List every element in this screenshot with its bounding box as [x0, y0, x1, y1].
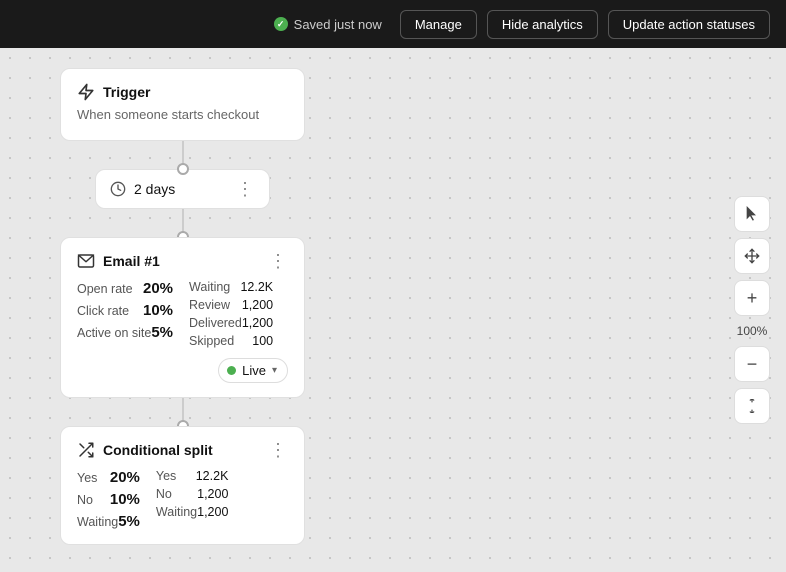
email-right-stats: Waiting 12.2K Review 1,200 Delivered 1,2… — [189, 280, 273, 348]
live-label: Live — [242, 363, 266, 378]
minus-icon: − — [747, 355, 758, 373]
delay-left: 2 days — [110, 181, 175, 197]
skipped-label: Skipped — [189, 334, 234, 348]
split-waiting-value: 5% — [118, 513, 140, 530]
split-yes-count-label: Yes — [156, 469, 176, 483]
split-yes-count-value: 12.2K — [196, 469, 229, 483]
email-header: Email #1 ⋮ — [77, 252, 288, 270]
split-right-stats: Yes 12.2K No 1,200 Waiting 1,200 — [156, 469, 229, 530]
live-status-button[interactable]: Live ▾ — [218, 358, 288, 383]
saved-dot-icon — [274, 17, 288, 31]
split-title: Conditional split — [103, 442, 213, 458]
waiting-row: Waiting 12.2K — [189, 280, 273, 294]
trigger-header: Trigger — [77, 83, 288, 101]
split-yes-count-row: Yes 12.2K — [156, 469, 229, 483]
click-rate-label: Click rate — [77, 304, 129, 318]
split-no-count-value: 1,200 — [197, 487, 228, 501]
delay-menu-button[interactable]: ⋮ — [236, 180, 255, 198]
active-row: Active on site 5% — [77, 324, 173, 341]
delivered-label: Delivered — [189, 316, 242, 330]
trigger-icon — [77, 83, 95, 101]
update-action-button[interactable]: Update action statuses — [608, 10, 770, 39]
split-waiting-count-label: Waiting — [156, 505, 197, 519]
split-waiting-row: Waiting 5% — [77, 513, 140, 530]
delay-node[interactable]: 2 days ⋮ — [95, 169, 270, 209]
split-node: Conditional split ⋮ Yes 20% No 10% — [60, 426, 305, 545]
open-rate-row: Open rate 20% — [77, 280, 173, 297]
connector-dot-1 — [177, 163, 189, 175]
delivered-value: 1,200 — [242, 316, 273, 330]
zoom-in-button[interactable]: + — [734, 280, 770, 316]
active-label: Active on site — [77, 326, 151, 340]
chevron-down-icon: ▾ — [272, 365, 277, 376]
split-menu-button[interactable]: ⋮ — [269, 441, 288, 459]
email-menu-button[interactable]: ⋮ — [269, 252, 288, 270]
cursor-tool-button[interactable] — [734, 196, 770, 232]
skipped-value: 100 — [252, 334, 273, 348]
zoom-out-button[interactable]: − — [734, 346, 770, 382]
plus-icon: + — [747, 289, 758, 307]
trigger-subtitle: When someone starts checkout — [77, 107, 288, 122]
split-no-value: 10% — [110, 491, 140, 508]
split-waiting-count-value: 1,200 — [197, 505, 228, 519]
saved-text: Saved just now — [294, 17, 382, 32]
active-value: 5% — [151, 324, 173, 341]
saved-indicator: Saved just now — [274, 17, 382, 32]
clock-icon — [110, 181, 126, 197]
split-title-group: Conditional split — [77, 441, 213, 459]
review-value: 1,200 — [242, 298, 273, 312]
trigger-node: Trigger When someone starts checkout — [60, 68, 305, 141]
email-icon — [77, 252, 95, 270]
split-waiting-count-row: Waiting 1,200 — [156, 505, 229, 519]
live-badge-wrap: Live ▾ — [77, 358, 288, 383]
workflow-canvas: Trigger When someone starts checkout 2 d… — [0, 48, 786, 572]
connector-2 — [182, 209, 184, 237]
email-title: Email #1 — [103, 253, 160, 269]
connector-1 — [182, 141, 184, 169]
move-tool-button[interactable] — [734, 238, 770, 274]
split-yes-value: 20% — [110, 469, 140, 486]
trigger-title-group: Trigger — [77, 83, 150, 101]
zoom-level: 100% — [737, 322, 768, 340]
email-left-stats: Open rate 20% Click rate 10% Active on s… — [77, 280, 173, 348]
workflow-container: Trigger When someone starts checkout 2 d… — [60, 68, 305, 545]
split-header: Conditional split ⋮ — [77, 441, 288, 459]
manage-button[interactable]: Manage — [400, 10, 477, 39]
right-toolbar: + 100% − — [734, 196, 770, 424]
delay-label: 2 days — [134, 181, 175, 197]
fit-view-button[interactable] — [734, 388, 770, 424]
split-no-count-label: No — [156, 487, 172, 501]
review-label: Review — [189, 298, 230, 312]
split-no-row: No 10% — [77, 491, 140, 508]
click-rate-value: 10% — [143, 302, 173, 319]
live-dot-icon — [227, 366, 236, 375]
waiting-label: Waiting — [189, 280, 230, 294]
split-icon — [77, 441, 95, 459]
email-node: Email #1 ⋮ Open rate 20% Click rate 10% — [60, 237, 305, 398]
email-title-group: Email #1 — [77, 252, 160, 270]
open-rate-label: Open rate — [77, 282, 133, 296]
trigger-title: Trigger — [103, 84, 150, 100]
split-yes-row: Yes 20% — [77, 469, 140, 486]
split-yes-label: Yes — [77, 471, 97, 485]
connector-3 — [182, 398, 184, 426]
open-rate-value: 20% — [143, 280, 173, 297]
skipped-row: Skipped 100 — [189, 334, 273, 348]
top-bar: Saved just now Manage Hide analytics Upd… — [0, 0, 786, 48]
split-no-label: No — [77, 493, 93, 507]
review-row: Review 1,200 — [189, 298, 273, 312]
split-waiting-label: Waiting — [77, 515, 118, 529]
hide-analytics-button[interactable]: Hide analytics — [487, 10, 598, 39]
click-rate-row: Click rate 10% — [77, 302, 173, 319]
split-no-count-row: No 1,200 — [156, 487, 229, 501]
waiting-value: 12.2K — [240, 280, 273, 294]
split-left-stats: Yes 20% No 10% Waiting 5% — [77, 469, 140, 530]
delivered-row: Delivered 1,200 — [189, 316, 273, 330]
